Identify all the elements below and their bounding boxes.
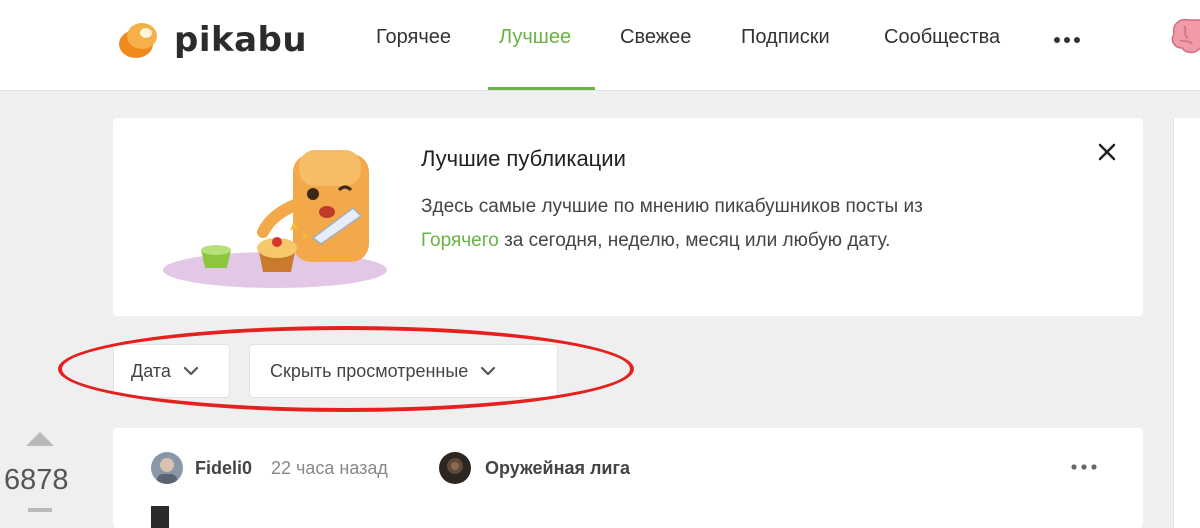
site-header: pikabu Горячее Лучшее Свежее Подписки Со… xyxy=(0,0,1200,91)
post-title-start xyxy=(151,506,169,528)
chevron-down-icon xyxy=(481,366,496,376)
logo[interactable]: pikabu xyxy=(116,18,307,62)
more-icon[interactable] xyxy=(1052,30,1082,50)
cookie-mascot-illustration xyxy=(163,150,387,288)
upvote-icon[interactable] xyxy=(26,432,54,446)
hide-viewed-label: Скрыть просмотренные xyxy=(270,360,469,381)
chevron-down-icon xyxy=(183,366,198,376)
pikabu-logo-icon xyxy=(119,23,157,58)
post-more-icon[interactable] xyxy=(1069,462,1099,472)
date-filter-dropdown[interactable]: Дата xyxy=(113,344,230,398)
promo-text-after: за сегодня, неделю, месяц или любую дату… xyxy=(504,230,891,251)
nav-best[interactable]: Лучшее xyxy=(499,26,571,49)
promo-description: Здесь самые лучшие по мнению пикабушнико… xyxy=(421,190,1081,258)
best-posts-info-card: Лучшие публикации Здесь самые лучшие по … xyxy=(113,118,1143,316)
post-card: Fideli0 22 часа назад Оружейная лига xyxy=(113,428,1143,528)
post-community[interactable]: Оружейная лига xyxy=(485,458,630,479)
community-avatar[interactable] xyxy=(439,452,471,484)
author-avatar[interactable] xyxy=(151,452,183,484)
nav-communities[interactable]: Сообщества xyxy=(884,26,1000,49)
logo-text: pikabu xyxy=(174,20,308,60)
downvote-icon[interactable] xyxy=(28,508,52,512)
nav-hot[interactable]: Горячее xyxy=(376,26,451,49)
promo-title: Лучшие публикации xyxy=(421,146,626,171)
promo-text-before: Здесь самые лучшие по мнению пикабушнико… xyxy=(421,196,923,217)
brain-icon[interactable] xyxy=(1170,14,1200,58)
close-icon[interactable] xyxy=(1097,142,1117,162)
right-sidebar xyxy=(1173,118,1200,528)
date-filter-label: Дата xyxy=(131,360,171,381)
post-rating: 6878 xyxy=(4,464,69,496)
active-tab-indicator xyxy=(488,87,595,90)
nav-subscriptions[interactable]: Подписки xyxy=(741,26,830,49)
post-time: 22 часа назад xyxy=(271,458,388,478)
post-author[interactable]: Fideli0 xyxy=(195,458,252,479)
nav-fresh[interactable]: Свежее xyxy=(620,26,691,49)
hide-viewed-dropdown[interactable]: Скрыть просмотренные xyxy=(249,344,558,398)
hot-link[interactable]: Горячего xyxy=(421,230,499,251)
